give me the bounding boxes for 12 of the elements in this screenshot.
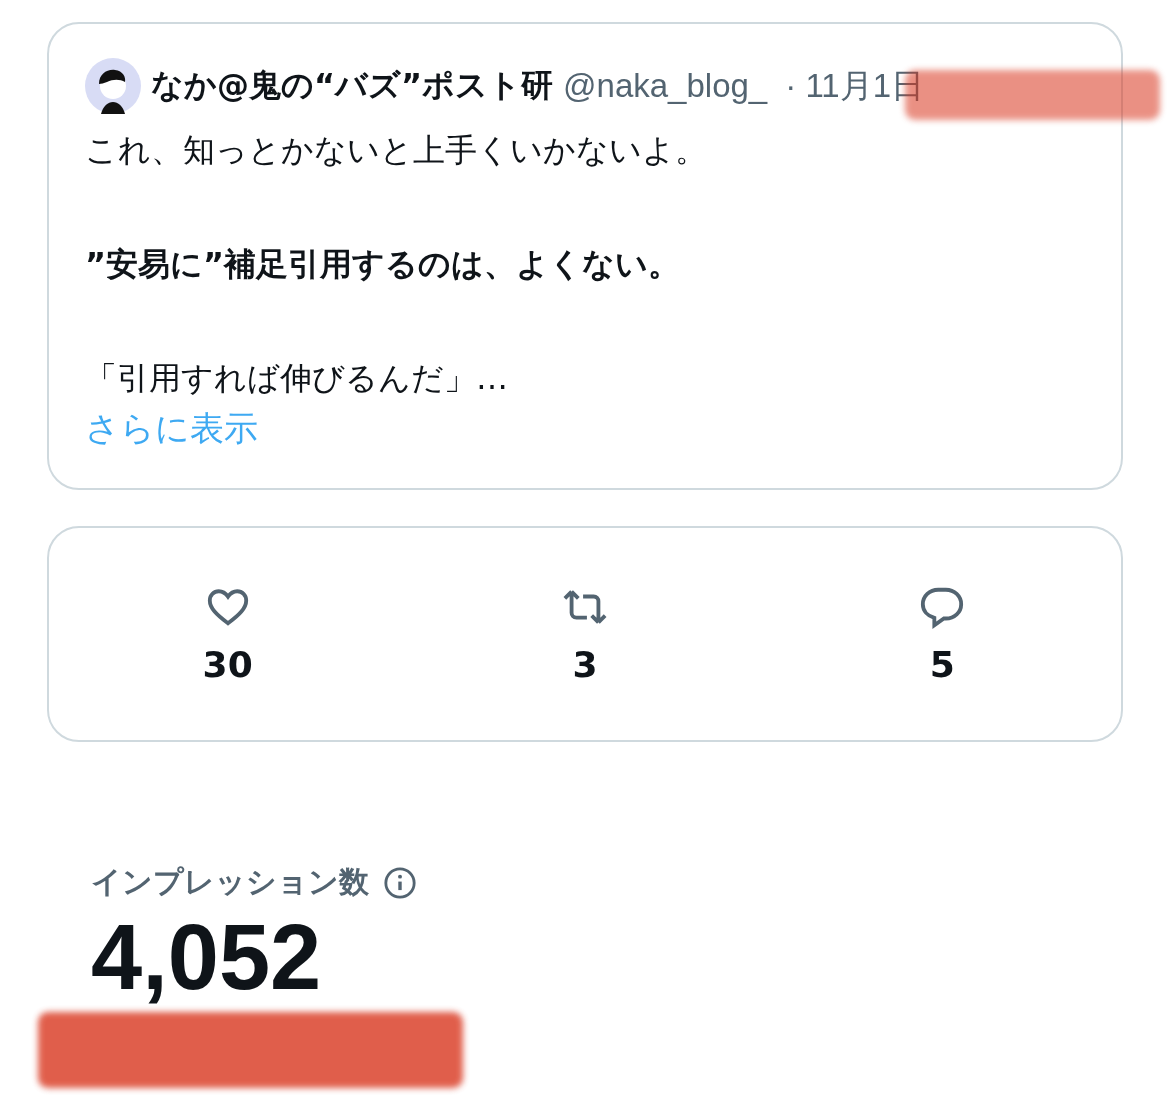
- post-text: 「引用すれば伸びるんだ」…: [85, 358, 509, 399]
- avatar[interactable]: [85, 58, 141, 114]
- post-text: ”安易に”補足引用するのは、よくない。: [85, 244, 682, 285]
- stat-count: 3: [572, 643, 598, 685]
- stat-count: 5: [929, 643, 955, 685]
- post-text: これ、知っとかないと上手くいかないよ。: [85, 130, 708, 171]
- author-handle: @naka_blog_: [563, 67, 768, 105]
- impressions-label: インプレッション数: [91, 863, 369, 901]
- impressions-count: 4,052: [91, 907, 323, 1007]
- author-name[interactable]: なか@鬼の“バズ”ポスト研: [151, 64, 554, 108]
- info-icon[interactable]: [383, 865, 417, 900]
- stat-count: 30: [202, 643, 253, 685]
